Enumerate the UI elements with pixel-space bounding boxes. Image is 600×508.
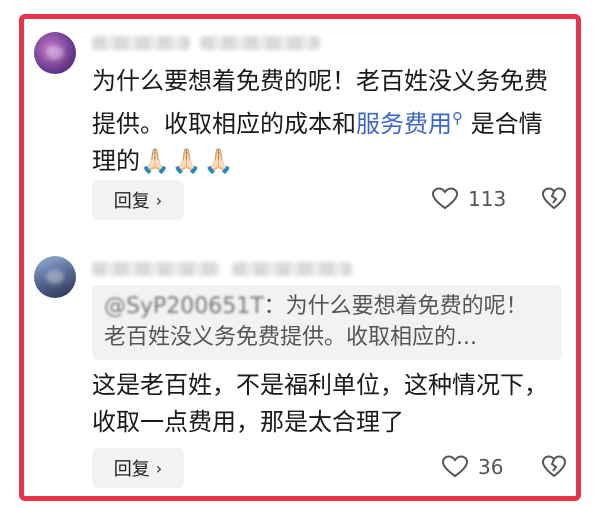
chevron-right-icon: › [155, 190, 163, 210]
emoji-reactions: 🙏🏻🙏🏻🙏🏻 [140, 147, 236, 175]
reply-button[interactable]: 回复 › [92, 448, 184, 488]
quoted-comment[interactable]: @SyP200651T：为什么要想着免费的呢！ 老百姓没义务免费提供。收取相应的… [92, 285, 562, 360]
search-icon: ⚲ [452, 109, 463, 127]
heart-icon [432, 187, 458, 211]
user-meta-blurred [232, 262, 352, 276]
like-button[interactable]: 113 [432, 187, 506, 211]
quoted-username: @SyP200651T [104, 294, 264, 319]
dislike-icon[interactable] [541, 186, 567, 216]
heart-icon [442, 455, 468, 479]
username-blurred[interactable] [92, 36, 190, 50]
comment-text: 这是老百姓，不是福利单位，这种情况下，收取一点费用，那是太合理了 [92, 371, 548, 436]
comment-text: 为什么要想着免费的呢！老百姓没义务免费提供。收取相应的成本和服务费用⚲ 是合情理… [92, 63, 560, 180]
avatar[interactable] [34, 256, 76, 298]
avatar[interactable] [34, 32, 76, 74]
username-blurred[interactable] [92, 262, 220, 276]
dislike-icon[interactable] [541, 454, 567, 484]
quoted-text: ：为什么要想着免费的呢！ [263, 294, 528, 319]
reply-label: 回复 [113, 191, 150, 212]
reply-label: 回复 [113, 459, 150, 480]
like-button[interactable]: 36 [442, 455, 503, 479]
like-count: 36 [478, 455, 504, 479]
quoted-text-line2: 老百姓没义务免费提供。收取相应的... [104, 325, 477, 350]
reply-button[interactable]: 回复 › [92, 180, 184, 220]
chevron-right-icon: › [155, 458, 163, 478]
user-meta-blurred [200, 36, 320, 50]
search-link[interactable]: 服务费用⚲ [356, 109, 463, 138]
like-count: 113 [468, 187, 507, 211]
